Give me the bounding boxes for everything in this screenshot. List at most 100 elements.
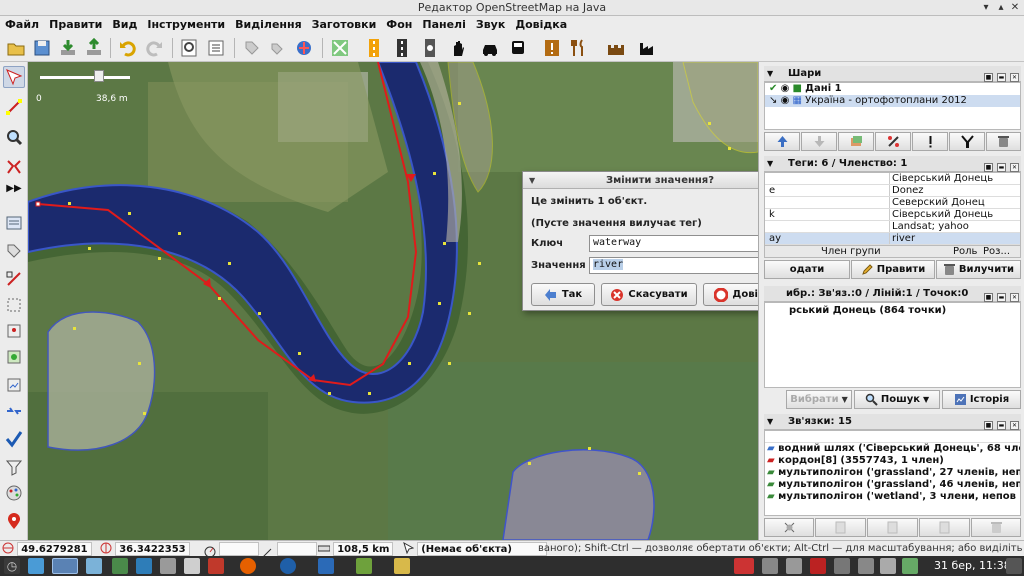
tag-row[interactable]: Landsat; yahoo	[765, 221, 1020, 233]
relation-row[interactable]: ▰ кордон[8] (3557743, 1 член)	[765, 455, 1020, 467]
app-icon[interactable]	[160, 558, 176, 574]
layer-row[interactable]: ✔ ◉ ■ Дані 1	[765, 83, 1020, 95]
menu-tools[interactable]: Інструменти	[142, 16, 230, 33]
keyboard-layout-icon[interactable]	[734, 558, 754, 574]
preset-industry-button[interactable]	[636, 36, 660, 59]
panel-min-icon[interactable]: ▬	[997, 163, 1006, 172]
move-up-button[interactable]	[764, 132, 800, 151]
tag-multi-button[interactable]	[266, 36, 290, 59]
panel-close-icon[interactable]: ✕	[1010, 163, 1019, 172]
menu-edit[interactable]: Правити	[44, 16, 107, 33]
minimize-icon[interactable]: ▾	[980, 2, 992, 14]
app-icon[interactable]	[208, 558, 224, 574]
toggle-selection-button[interactable]	[3, 268, 25, 290]
preset-street-button[interactable]	[390, 36, 414, 59]
toggle-visibility-button[interactable]	[949, 132, 985, 151]
select-mode-button[interactable]	[3, 66, 25, 88]
menu-help[interactable]: Довідка	[510, 16, 572, 33]
edit-relation-button[interactable]	[815, 518, 866, 537]
move-down-button[interactable]	[801, 132, 837, 151]
file-manager-icon[interactable]	[86, 558, 102, 574]
opacity-button[interactable]	[875, 132, 911, 151]
power-icon[interactable]	[1006, 558, 1022, 574]
taskbar-clock[interactable]: 31 бер, 11:38	[934, 556, 1011, 576]
eye-icon[interactable]: ◉	[781, 95, 790, 106]
relation-row[interactable]: ▰ водний шлях ('Сіверський Донець', 68 ч…	[765, 443, 1020, 455]
preset-barrier-button[interactable]	[446, 36, 470, 59]
show-desktop-icon[interactable]	[28, 558, 44, 574]
position-column[interactable]: Роз...	[983, 246, 1010, 257]
new-relation-button[interactable]	[764, 518, 814, 537]
toggle-filters-button[interactable]	[3, 456, 25, 478]
panel-collapse-icon[interactable]: ▼	[767, 156, 773, 172]
preset-track-button[interactable]	[418, 36, 442, 59]
tag-button[interactable]	[240, 36, 264, 59]
cancel-button[interactable]: Скасувати	[601, 283, 697, 306]
panel-collapse-icon[interactable]: ▼	[767, 414, 773, 430]
selection-item[interactable]: рський Донець (864 точки)	[765, 305, 1020, 317]
delete-mode-button[interactable]	[3, 156, 25, 178]
activate-layer-button[interactable]	[912, 132, 948, 151]
toggle-validator-button[interactable]	[3, 428, 25, 450]
app-icon[interactable]	[394, 558, 410, 574]
panel-min-icon[interactable]: ▬	[997, 293, 1006, 302]
toggle-notes-button[interactable]	[3, 510, 25, 532]
draw-mode-button[interactable]	[3, 96, 25, 118]
preset-hazard-button[interactable]	[540, 36, 564, 59]
dialog-menu-icon[interactable]: ▼	[529, 172, 535, 189]
close-icon[interactable]: ✕	[1009, 2, 1021, 14]
duplicate-relation-button[interactable]	[867, 518, 918, 537]
select-relation-button[interactable]	[919, 518, 970, 537]
app-icon[interactable]	[280, 558, 296, 574]
merge-layers-button[interactable]	[838, 132, 874, 151]
panel-collapse-icon[interactable]: ▼	[767, 66, 773, 82]
panel-min-icon[interactable]: ▬	[997, 421, 1006, 430]
layer-row[interactable]: ↘ ◉ ▦ Україна - ортофотоплани 2012	[765, 95, 1020, 107]
delete-layer-button[interactable]	[986, 132, 1021, 151]
role-column[interactable]: Роль	[953, 246, 977, 257]
battery-icon[interactable]	[902, 558, 918, 574]
download-button[interactable]	[56, 36, 80, 59]
maximize-icon[interactable]: ▴	[995, 2, 1007, 14]
zoom-slider-knob[interactable]	[94, 70, 104, 82]
menu-selection[interactable]: Виділення	[230, 16, 307, 33]
panel-close-icon[interactable]: ✕	[1010, 73, 1019, 82]
toggle-commands-button[interactable]	[3, 400, 25, 422]
start-menu-icon[interactable]: ◷	[4, 558, 20, 574]
check-icon[interactable]: ✔	[769, 83, 777, 94]
preset-bus-button[interactable]	[506, 36, 530, 59]
preset-car-button[interactable]	[478, 36, 502, 59]
app-icon[interactable]	[136, 558, 152, 574]
menu-file[interactable]: Файл	[0, 16, 44, 33]
menu-view[interactable]: Вид	[107, 16, 142, 33]
terminal-icon[interactable]	[112, 558, 128, 574]
writer-icon[interactable]	[318, 558, 334, 574]
edit-tag-button[interactable]: Правити	[851, 260, 935, 279]
menu-presets[interactable]: Заготовки	[307, 16, 382, 33]
zoom-button[interactable]	[178, 36, 202, 59]
relation-row[interactable]: ▰ мультиполігон ('wetland', 3 члени, неп…	[765, 491, 1020, 503]
tray-icon[interactable]	[810, 558, 826, 574]
tag-row[interactable]: Северский Донец	[765, 197, 1020, 209]
app-icon[interactable]	[356, 558, 372, 574]
layers-panel-header[interactable]: ▼ Шари ■ ▬ ✕	[764, 66, 1021, 82]
preset-road-button[interactable]	[362, 36, 386, 59]
upload-button[interactable]	[82, 36, 106, 59]
toggle-filter-button[interactable]	[3, 294, 25, 316]
preset-historic-button[interactable]	[604, 36, 628, 59]
relation-row[interactable]: ▰ мультиполігон ('grassland', 46 членів,…	[765, 479, 1020, 491]
tag-row[interactable]: e Donez	[765, 185, 1020, 197]
open-button[interactable]	[4, 36, 28, 59]
tag-row[interactable]: Сіверський Донець	[765, 173, 1020, 185]
menu-imagery[interactable]: Фон	[381, 16, 417, 33]
select-button[interactable]: Вибрати ▼	[786, 390, 852, 409]
panel-min-icon[interactable]: ▬	[997, 73, 1006, 82]
imagery-button[interactable]	[292, 36, 316, 59]
preferences-button[interactable]	[204, 36, 228, 59]
firefox-icon[interactable]	[240, 558, 256, 574]
app-icon[interactable]	[184, 558, 200, 574]
undo-button[interactable]	[116, 36, 140, 59]
preset-food-button[interactable]	[566, 36, 590, 59]
menu-audio[interactable]: Звук	[471, 16, 510, 33]
toggle-authors-button[interactable]	[3, 320, 25, 342]
